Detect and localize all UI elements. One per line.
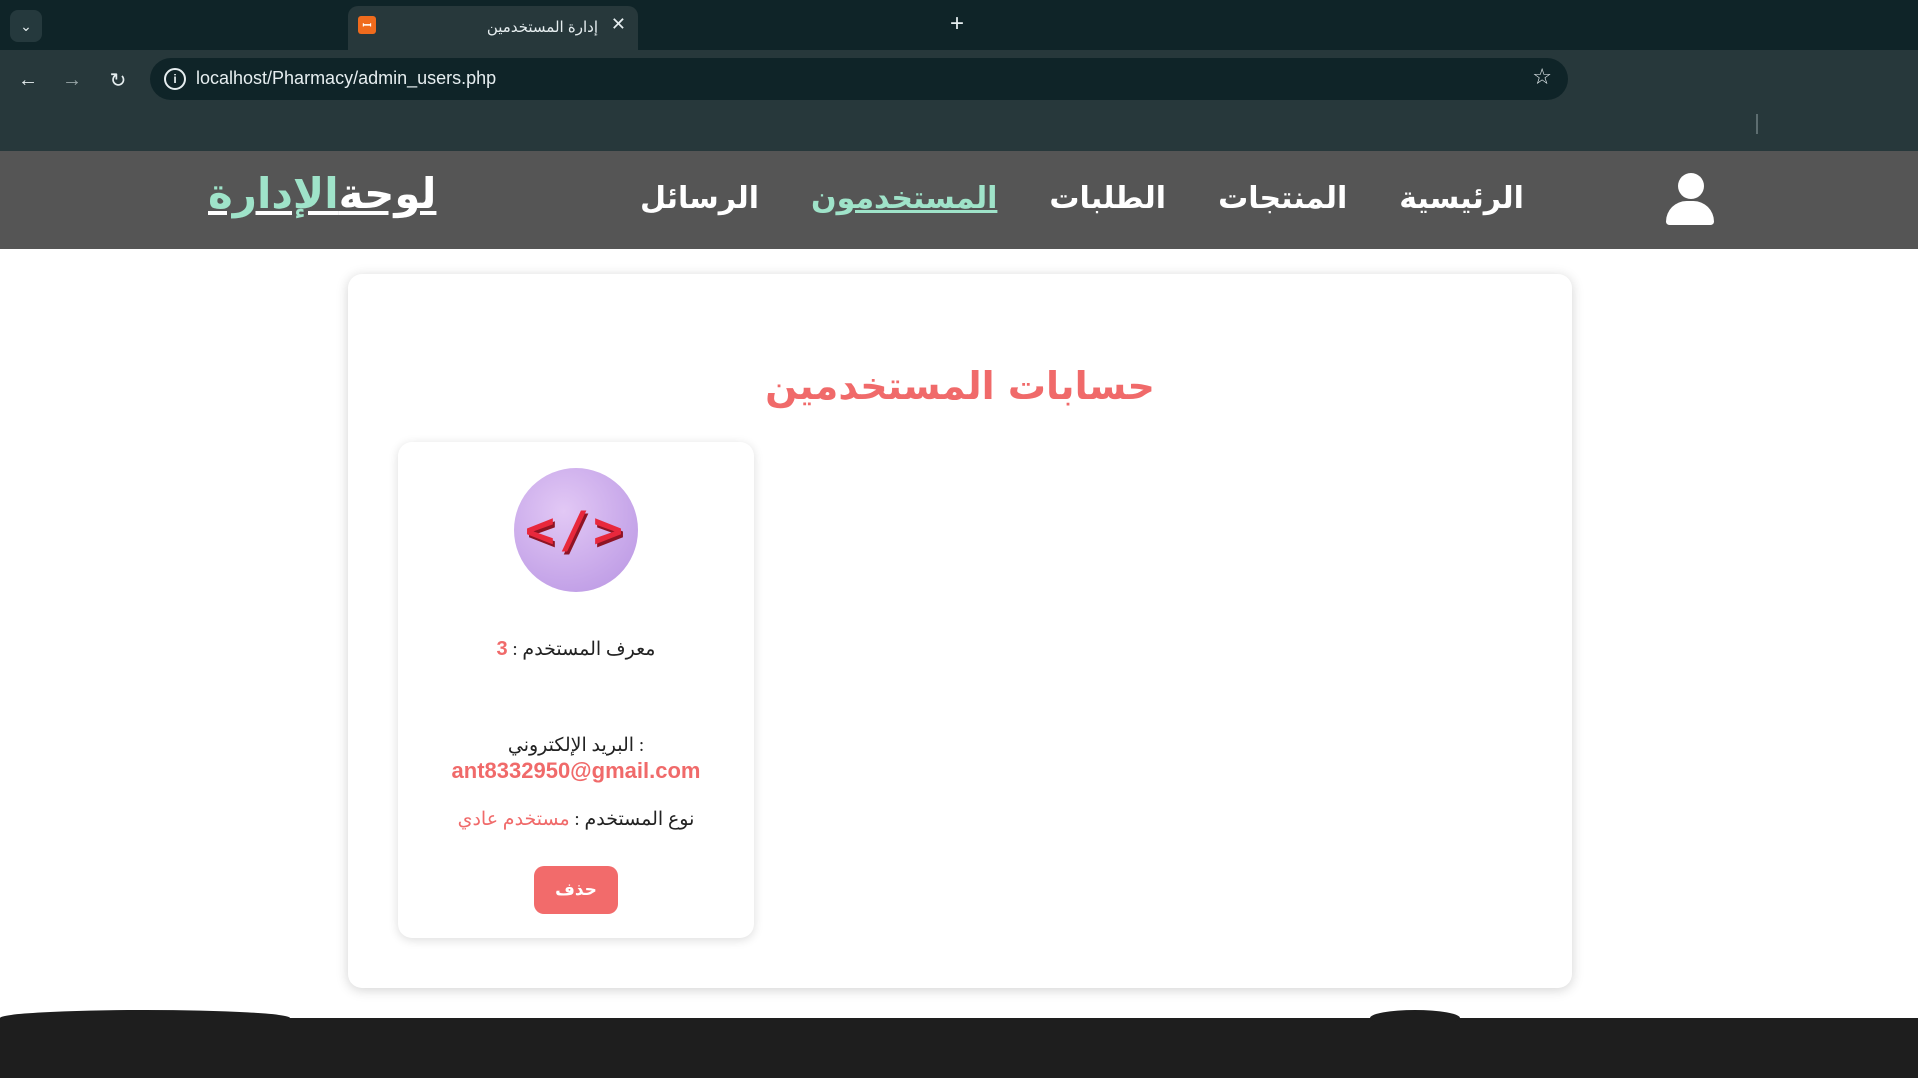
back-arrow-icon[interactable]: ←: [12, 64, 44, 96]
user-icon[interactable]: [1666, 173, 1714, 227]
user-id-label: معرف المستخدم :: [512, 639, 656, 660]
email-label: : البريد الإلكتروني: [507, 735, 645, 756]
user-card: </> معرف المستخدم : 3 : البريد الإلكترون…: [398, 442, 754, 938]
brand-main: لوحة: [338, 169, 437, 218]
tab-title: إدارة المستخدمين: [486, 19, 598, 36]
footer-edge: [0, 1010, 290, 1026]
tab-search-chevron-down-icon[interactable]: ⌄: [10, 10, 42, 42]
footer-edge: [1370, 1010, 1460, 1026]
brand-accent: الإدارة: [208, 169, 339, 218]
browser-tab[interactable]: ꟷ إدارة المستخدمين ✕: [348, 6, 638, 50]
forward-arrow-icon[interactable]: →: [56, 64, 88, 96]
user-icon-body: [1666, 201, 1714, 225]
code-brackets-icon: </>: [524, 501, 628, 559]
nav-home[interactable]: الرئيسية: [1399, 181, 1524, 221]
main-nav: الرئيسية المنتجات الطلبات المستخدمون الر…: [640, 181, 1524, 221]
page-title: حسابات المستخدمين: [765, 364, 1155, 408]
nav-users[interactable]: المستخدمون: [811, 181, 997, 221]
user-id-value: 3: [496, 638, 508, 660]
favicon-icon: ꟷ: [358, 16, 376, 34]
address-bar[interactable]: i localhost/Pharmacy/admin_users.php ☆: [150, 58, 1568, 100]
user-id-line: معرف المستخدم : 3: [398, 638, 754, 661]
user-icon-head: [1678, 173, 1704, 199]
user-type-value: مستخدم عادي: [457, 809, 570, 830]
user-type-line: نوع المستخدم : مستخدم عادي: [398, 808, 754, 831]
site-info-icon[interactable]: i: [164, 68, 186, 90]
email-value: ant8332950@gmail.com: [451, 758, 701, 783]
new-tab-plus-icon[interactable]: +: [950, 10, 964, 38]
avatar: </>: [514, 468, 638, 592]
delete-user-button[interactable]: حذف: [534, 866, 618, 914]
site-header: الرئيسية المنتجات الطلبات المستخدمون الر…: [0, 151, 1918, 249]
nav-products[interactable]: المنتجات: [1218, 181, 1347, 221]
browser-toolbar: ← → ↻ i localhost/Pharmacy/admin_users.p…: [0, 50, 1918, 151]
reload-icon[interactable]: ↻: [102, 64, 134, 96]
toolbar-divider: [1756, 114, 1758, 134]
bookmark-star-icon[interactable]: ☆: [1532, 64, 1552, 90]
nav-messages[interactable]: الرسائل: [640, 181, 759, 221]
user-type-label: نوع المستخدم :: [574, 809, 695, 830]
footer-bar: [0, 1010, 1918, 1078]
brand-logo[interactable]: لوحةالإدارة: [208, 169, 436, 218]
url-text[interactable]: localhost/Pharmacy/admin_users.php: [196, 68, 496, 89]
users-panel: حسابات المستخدمين </> معرف المستخدم : 3 …: [348, 274, 1572, 988]
browser-tab-bar: ⌄ ꟷ إدارة المستخدمين ✕ +: [0, 0, 1918, 50]
nav-orders[interactable]: الطلبات: [1049, 181, 1166, 221]
close-tab-icon[interactable]: ✕: [611, 14, 626, 35]
